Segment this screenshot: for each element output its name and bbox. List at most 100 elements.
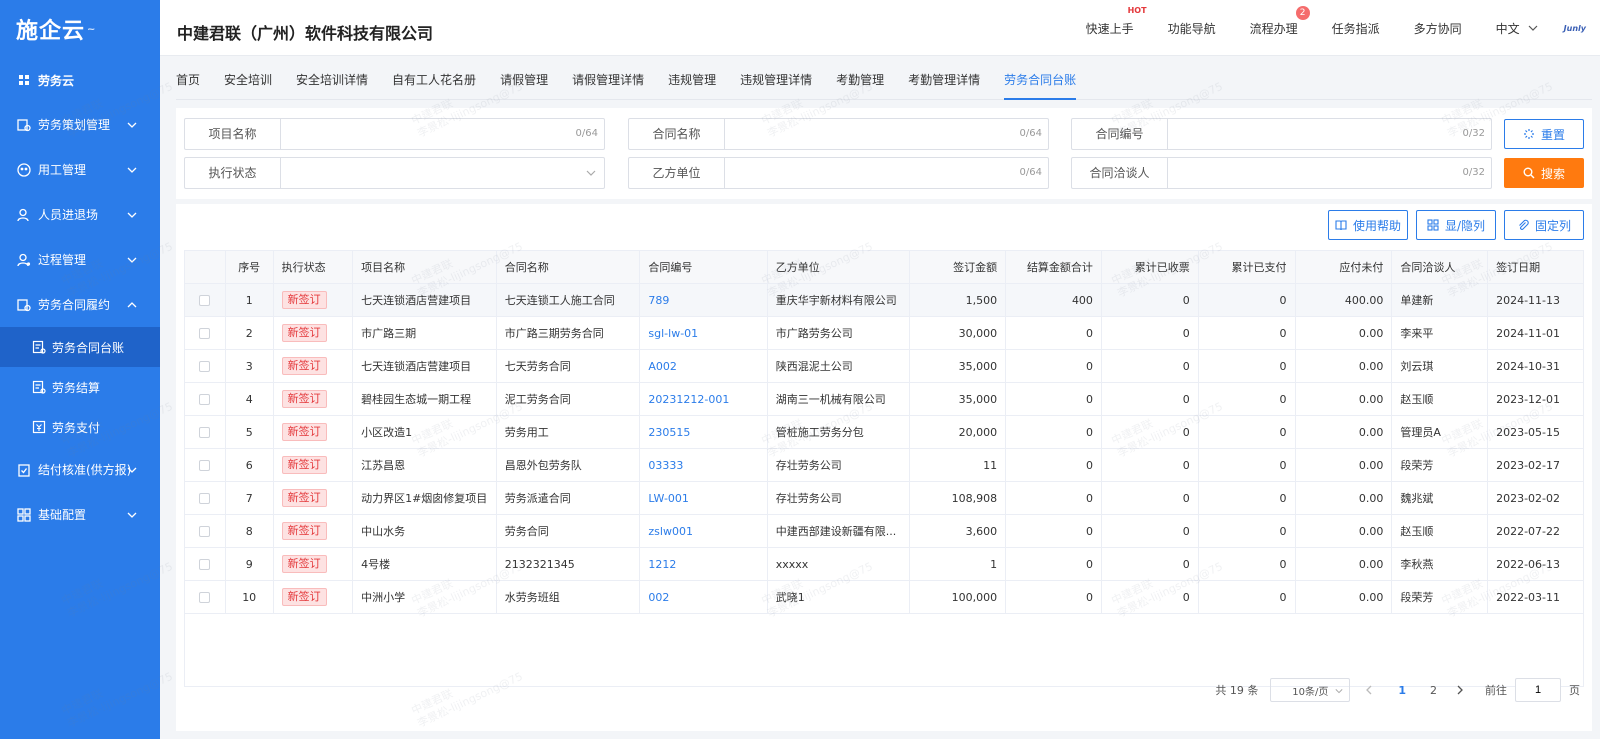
contract-no-link[interactable]: 230515	[648, 426, 690, 439]
total-count: 共 19 条	[1215, 684, 1259, 697]
sidebar-item-labor-contract[interactable]: 劳务合同履约	[0, 282, 160, 327]
exec-status-select[interactable]	[281, 158, 604, 188]
sidebar-item-employment[interactable]: 用工管理	[0, 147, 160, 192]
row-checkbox[interactable]	[199, 427, 211, 438]
col-header-settled-total[interactable]: 结算金额合计	[1005, 250, 1102, 284]
contract-no-link[interactable]: sgl-lw-01	[648, 327, 698, 340]
row-checkbox[interactable]	[199, 361, 211, 372]
task-assign-link[interactable]: 任务指派	[1332, 20, 1380, 37]
sidebar-subitem-labor-payment[interactable]: 劳务支付	[0, 407, 160, 447]
sidebar-item-payment-approval[interactable]: 结付核准(供方报)	[0, 447, 160, 492]
contract-no-input[interactable]	[1168, 119, 1491, 149]
table-row[interactable]: 4 新签订 碧桂园生态城一期工程 泥工劳务合同 20231212-001 湖南三一机械有限…	[184, 382, 1584, 416]
negotiator-input[interactable]	[1168, 158, 1491, 188]
goto-page-input[interactable]	[1515, 678, 1561, 702]
row-checkbox[interactable]	[199, 592, 211, 603]
chevron-down-icon	[127, 512, 137, 518]
contract-no-link[interactable]: zslw001	[648, 525, 693, 538]
contract-no-link[interactable]: 002	[648, 591, 669, 604]
contract-no-link[interactable]: 20231212-001	[648, 393, 729, 406]
tab-violation-management[interactable]: 违规管理	[668, 61, 716, 99]
tab-worker-roster[interactable]: 自有工人花名册	[392, 61, 476, 99]
exec-status-field[interactable]: 执行状态	[184, 157, 605, 189]
cell-unpaid: 0.00	[1294, 547, 1393, 581]
cell-no: 5	[224, 415, 274, 449]
tab-home[interactable]: 首页	[176, 61, 200, 99]
tab-attendance-detail[interactable]: 考勤管理详情	[908, 61, 980, 99]
language-select[interactable]: 中文	[1496, 20, 1538, 37]
col-header-invoiced[interactable]: 累计已收票	[1100, 250, 1199, 284]
table-row[interactable]: 10 新签订 中洲小学 水劳务班组 002 武晓1 100,000 0 0 0 0.00 段荣芳 202…	[184, 580, 1584, 614]
help-button[interactable]: 使用帮助	[1328, 210, 1408, 240]
search-button[interactable]: 搜索	[1504, 158, 1584, 188]
col-header-no[interactable]: 序号	[224, 250, 274, 284]
tab-labor-contract-ledger[interactable]: 劳务合同台账	[1004, 61, 1077, 100]
table-row[interactable]: 9 新签订 4号楼 2132321345 1212 xxxxx 1 0 0 0 0.00 李秋燕 202…	[184, 547, 1584, 581]
page-size-select[interactable]: 10条/页	[1270, 678, 1351, 702]
prev-page-icon[interactable]	[1364, 685, 1374, 695]
sidebar-item-process-management[interactable]: 过程管理	[0, 237, 160, 282]
col-header-contract-name[interactable]: 合同名称	[495, 250, 641, 284]
col-header-project[interactable]: 项目名称	[352, 250, 497, 284]
table-row[interactable]: 3 新签订 七天连锁酒店营建项目 七天劳务合同 A002 陕西混泥土公司 35,000 0 0 0…	[184, 349, 1584, 383]
tab-leave-management-detail[interactable]: 请假管理详情	[572, 61, 644, 99]
col-header-contract-no[interactable]: 合同编号	[639, 250, 768, 284]
row-checkbox[interactable]	[199, 295, 211, 306]
tab-attendance[interactable]: 考勤管理	[836, 61, 884, 99]
collaboration-link[interactable]: 多方协同	[1414, 20, 1462, 37]
col-header-unpaid[interactable]: 应付未付	[1294, 250, 1393, 284]
contract-no-link[interactable]: LW-001	[648, 492, 689, 505]
cell-paid: 0	[1197, 448, 1296, 482]
table-row[interactable]: 6 新签订 江苏昌恩 昌恩外包劳务队 03333 存壮劳务公司 11 0 0 0 0.00 段荣芳 20…	[184, 448, 1584, 482]
contract-no-link[interactable]: A002	[648, 360, 677, 373]
table-row[interactable]: 5 新签订 小区改造1 劳务用工 230515 管桩施工劳务分包 20,000 0 0 0 0.00…	[184, 415, 1584, 449]
col-header-paid[interactable]: 累计已支付	[1197, 250, 1296, 284]
row-checkbox[interactable]	[199, 526, 211, 537]
sidebar-subitem-contract-ledger[interactable]: 劳务合同台账	[0, 327, 160, 367]
sidebar-item-personnel-entry-exit[interactable]: 人员进退场	[0, 192, 160, 237]
col-header-negotiator[interactable]: 合同洽谈人	[1391, 250, 1489, 284]
tab-safety-training-detail[interactable]: 安全培训详情	[296, 61, 368, 99]
sidebar-subitem-labor-settlement[interactable]: 劳务结算	[0, 367, 160, 407]
row-checkbox[interactable]	[199, 559, 211, 570]
col-header-signed-amount[interactable]: 签订金额	[909, 250, 1007, 284]
cell-party-b: 市广路劳务公司	[766, 316, 911, 350]
tab-violation-management-detail[interactable]: 违规管理详情	[740, 61, 812, 99]
table-row[interactable]: 1 新签订 七天连锁酒店营建项目 七天连锁工人施工合同 789 重庆华宇新材料有限公司 1,…	[184, 283, 1584, 317]
page-1[interactable]: 1	[1398, 684, 1406, 697]
quick-start-link[interactable]: 快速上手 HOT	[1086, 6, 1147, 37]
table-row[interactable]: 7 新签订 动力界区1#烟囱修复项目 劳务派遣合同 LW-001 存壮劳务公司 108,90…	[184, 481, 1584, 515]
contract-no-link[interactable]: 1212	[648, 558, 676, 571]
app-logo[interactable]: 施企云 ~	[0, 0, 160, 58]
toggle-columns-button[interactable]: 显/隐列	[1416, 210, 1496, 240]
reset-button[interactable]: 重置	[1504, 119, 1584, 149]
col-header-party-b[interactable]: 乙方单位	[766, 250, 911, 284]
row-checkbox[interactable]	[199, 394, 211, 405]
row-checkbox[interactable]	[199, 493, 211, 504]
next-page-icon[interactable]	[1455, 685, 1465, 695]
table-row[interactable]: 2 新签订 市广路三期 市广路三期劳务合同 sgl-lw-01 市广路劳务公司 30,000…	[184, 316, 1584, 350]
contract-icon	[16, 297, 32, 313]
cell-no: 1	[224, 283, 274, 317]
tab-safety-training[interactable]: 安全培训	[224, 61, 272, 99]
sidebar-item-labor-cloud[interactable]: 劳务云	[0, 58, 160, 102]
row-checkbox[interactable]	[199, 460, 211, 471]
page-2[interactable]: 2	[1430, 684, 1437, 697]
col-header-sign-date[interactable]: 签订日期	[1487, 250, 1584, 284]
party-b-input[interactable]	[725, 158, 1048, 188]
fix-columns-button[interactable]: 固定列	[1504, 210, 1584, 240]
col-header-status[interactable]: 执行状态	[272, 250, 354, 284]
project-name-input[interactable]	[281, 119, 604, 149]
table-row[interactable]: 8 新签订 中山水务 劳务合同 zslw001 中建西部建设新疆有限... 3,600 0 0 0…	[184, 514, 1584, 548]
process-handling-link[interactable]: 流程办理 2	[1250, 5, 1310, 37]
contract-no-link[interactable]: 03333	[648, 459, 683, 472]
function-nav-link[interactable]: 功能导航	[1168, 20, 1216, 37]
row-checkbox[interactable]	[199, 328, 211, 339]
contract-no-link[interactable]: 789	[648, 294, 669, 307]
tab-leave-management[interactable]: 请假管理	[500, 61, 548, 99]
cell-signed-amount: 35,000	[909, 349, 1007, 383]
sidebar-item-labor-planning[interactable]: 劳务策划管理	[0, 102, 160, 147]
sidebar-item-basic-config[interactable]: 基础配置	[0, 492, 160, 537]
cell-sign-date: 2022-06-13	[1487, 547, 1584, 581]
contract-name-input[interactable]	[725, 119, 1048, 149]
